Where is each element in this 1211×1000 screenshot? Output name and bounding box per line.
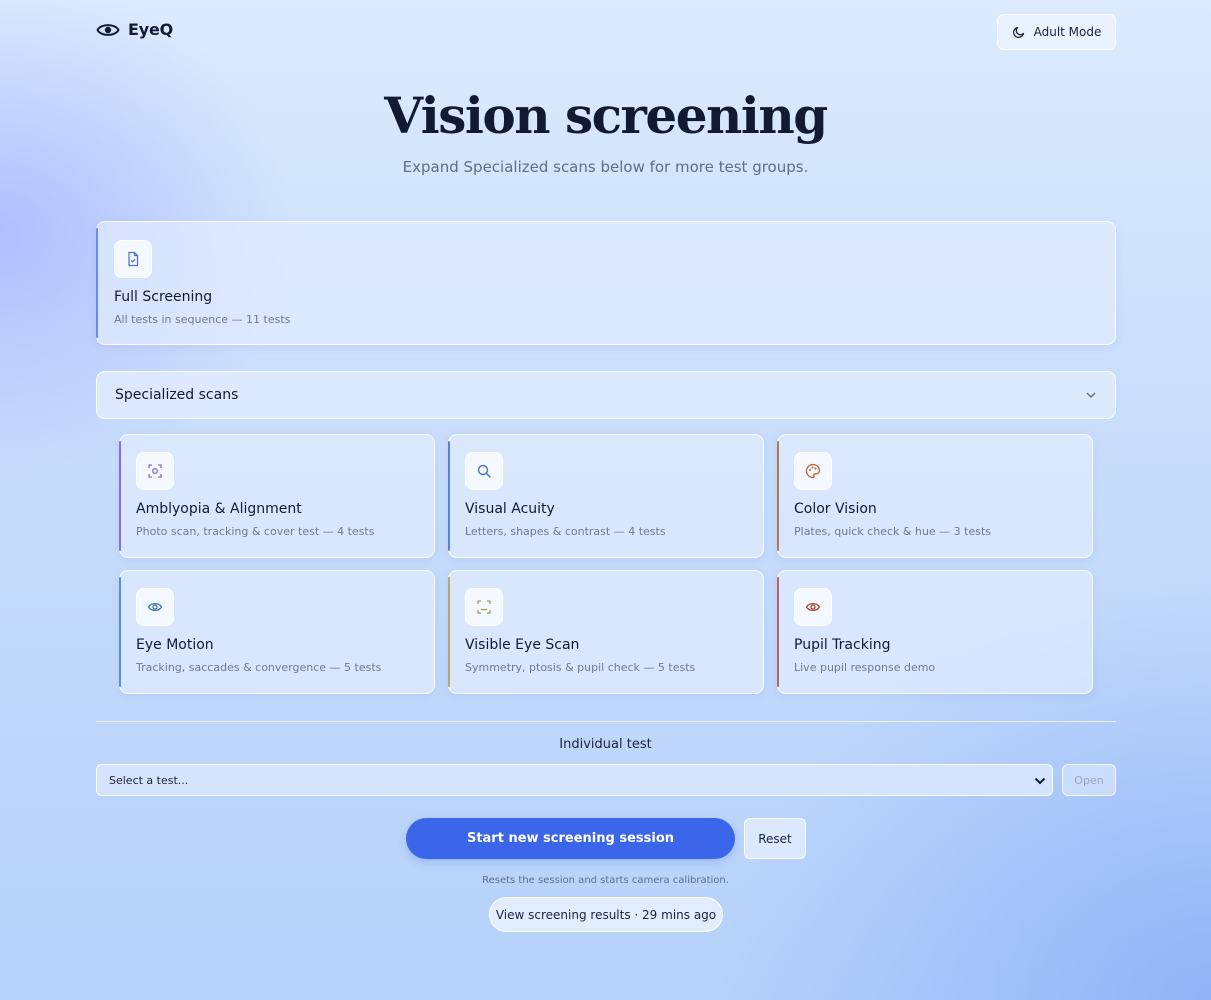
color-vision-card[interactable]: Color Vision Plates, quick check & hue —… [777, 434, 1093, 558]
individual-test-label: Individual test [559, 737, 652, 752]
card-description: All tests in sequence — 11 tests [114, 313, 291, 326]
card-accent [448, 577, 450, 687]
scan-icon [465, 588, 503, 626]
card-description: Photo scan, tracking & cover test — 4 te… [136, 525, 375, 538]
card-description: Letters, shapes & contrast — 4 tests [465, 525, 666, 538]
card-title: Eye Motion [136, 637, 214, 653]
scan-face-icon [136, 452, 174, 490]
reset-button[interactable]: Reset [744, 818, 806, 859]
search-icon [465, 452, 503, 490]
card-title: Visible Eye Scan [465, 637, 580, 653]
card-description: Live pupil response demo [794, 661, 936, 674]
card-accent [448, 441, 450, 551]
page-title: Vision screening [384, 86, 828, 145]
page-subtitle: Expand Specialized scans below for more … [402, 158, 809, 176]
specialized-scans-label: Specialized scans [115, 387, 239, 403]
card-title: Amblyopia & Alignment [136, 501, 302, 517]
card-accent [777, 577, 779, 687]
card-title: Color Vision [794, 501, 877, 517]
brand[interactable]: EyeQ [96, 20, 173, 39]
reset-hint: Resets the session and starts camera cal… [482, 875, 729, 886]
eye-logo-icon [96, 23, 120, 36]
specialized-scans-toggle[interactable]: Specialized scans [96, 371, 1116, 419]
eye-red-icon [794, 588, 832, 626]
adult-mode-button[interactable]: Adult Mode [997, 14, 1116, 50]
card-title: Pupil Tracking [794, 637, 891, 653]
chevron-down-icon [1034, 777, 1046, 785]
visual-acuity-card[interactable]: Visual Acuity Letters, shapes & contrast… [448, 434, 764, 558]
select-value: Select a test... [109, 774, 189, 787]
card-description: Plates, quick check & hue — 3 tests [794, 525, 991, 538]
card-description: Symmetry, ptosis & pupil check — 5 tests [465, 661, 696, 674]
visible-eye-scan-card[interactable]: Visible Eye Scan Symmetry, ptosis & pupi… [448, 570, 764, 694]
card-accent [96, 228, 98, 338]
card-description: Tracking, saccades & convergence — 5 tes… [136, 661, 382, 674]
app-name: EyeQ [128, 20, 174, 39]
start-session-button[interactable]: Start new screening session [406, 818, 735, 859]
moon-icon [1012, 26, 1024, 39]
amblyopia-alignment-card[interactable]: Amblyopia & Alignment Photo scan, tracki… [119, 434, 435, 558]
card-accent [777, 441, 779, 551]
file-check-icon [114, 240, 152, 278]
individual-test-select[interactable]: Select a test... [96, 764, 1053, 796]
adult-mode-label: Adult Mode [1033, 25, 1102, 39]
card-title: Full Screening [114, 289, 213, 305]
pupil-tracking-card[interactable]: Pupil Tracking Live pupil response demo [777, 570, 1093, 694]
top-bar: EyeQ Adult Mode [96, 14, 1116, 50]
full-screening-card[interactable]: Full Screening All tests in sequence — 1… [96, 221, 1116, 345]
card-title: Visual Acuity [465, 501, 555, 517]
eye-motion-card[interactable]: Eye Motion Tracking, saccades & converge… [119, 570, 435, 694]
view-results-button[interactable]: View screening results · 29 mins ago [489, 897, 723, 932]
chevron-down-icon [1086, 392, 1096, 398]
palette-icon [794, 452, 832, 490]
card-accent [119, 441, 121, 551]
divider [96, 721, 1116, 722]
card-accent [119, 577, 121, 687]
eye-icon [136, 588, 174, 626]
open-button[interactable]: Open [1062, 764, 1116, 796]
